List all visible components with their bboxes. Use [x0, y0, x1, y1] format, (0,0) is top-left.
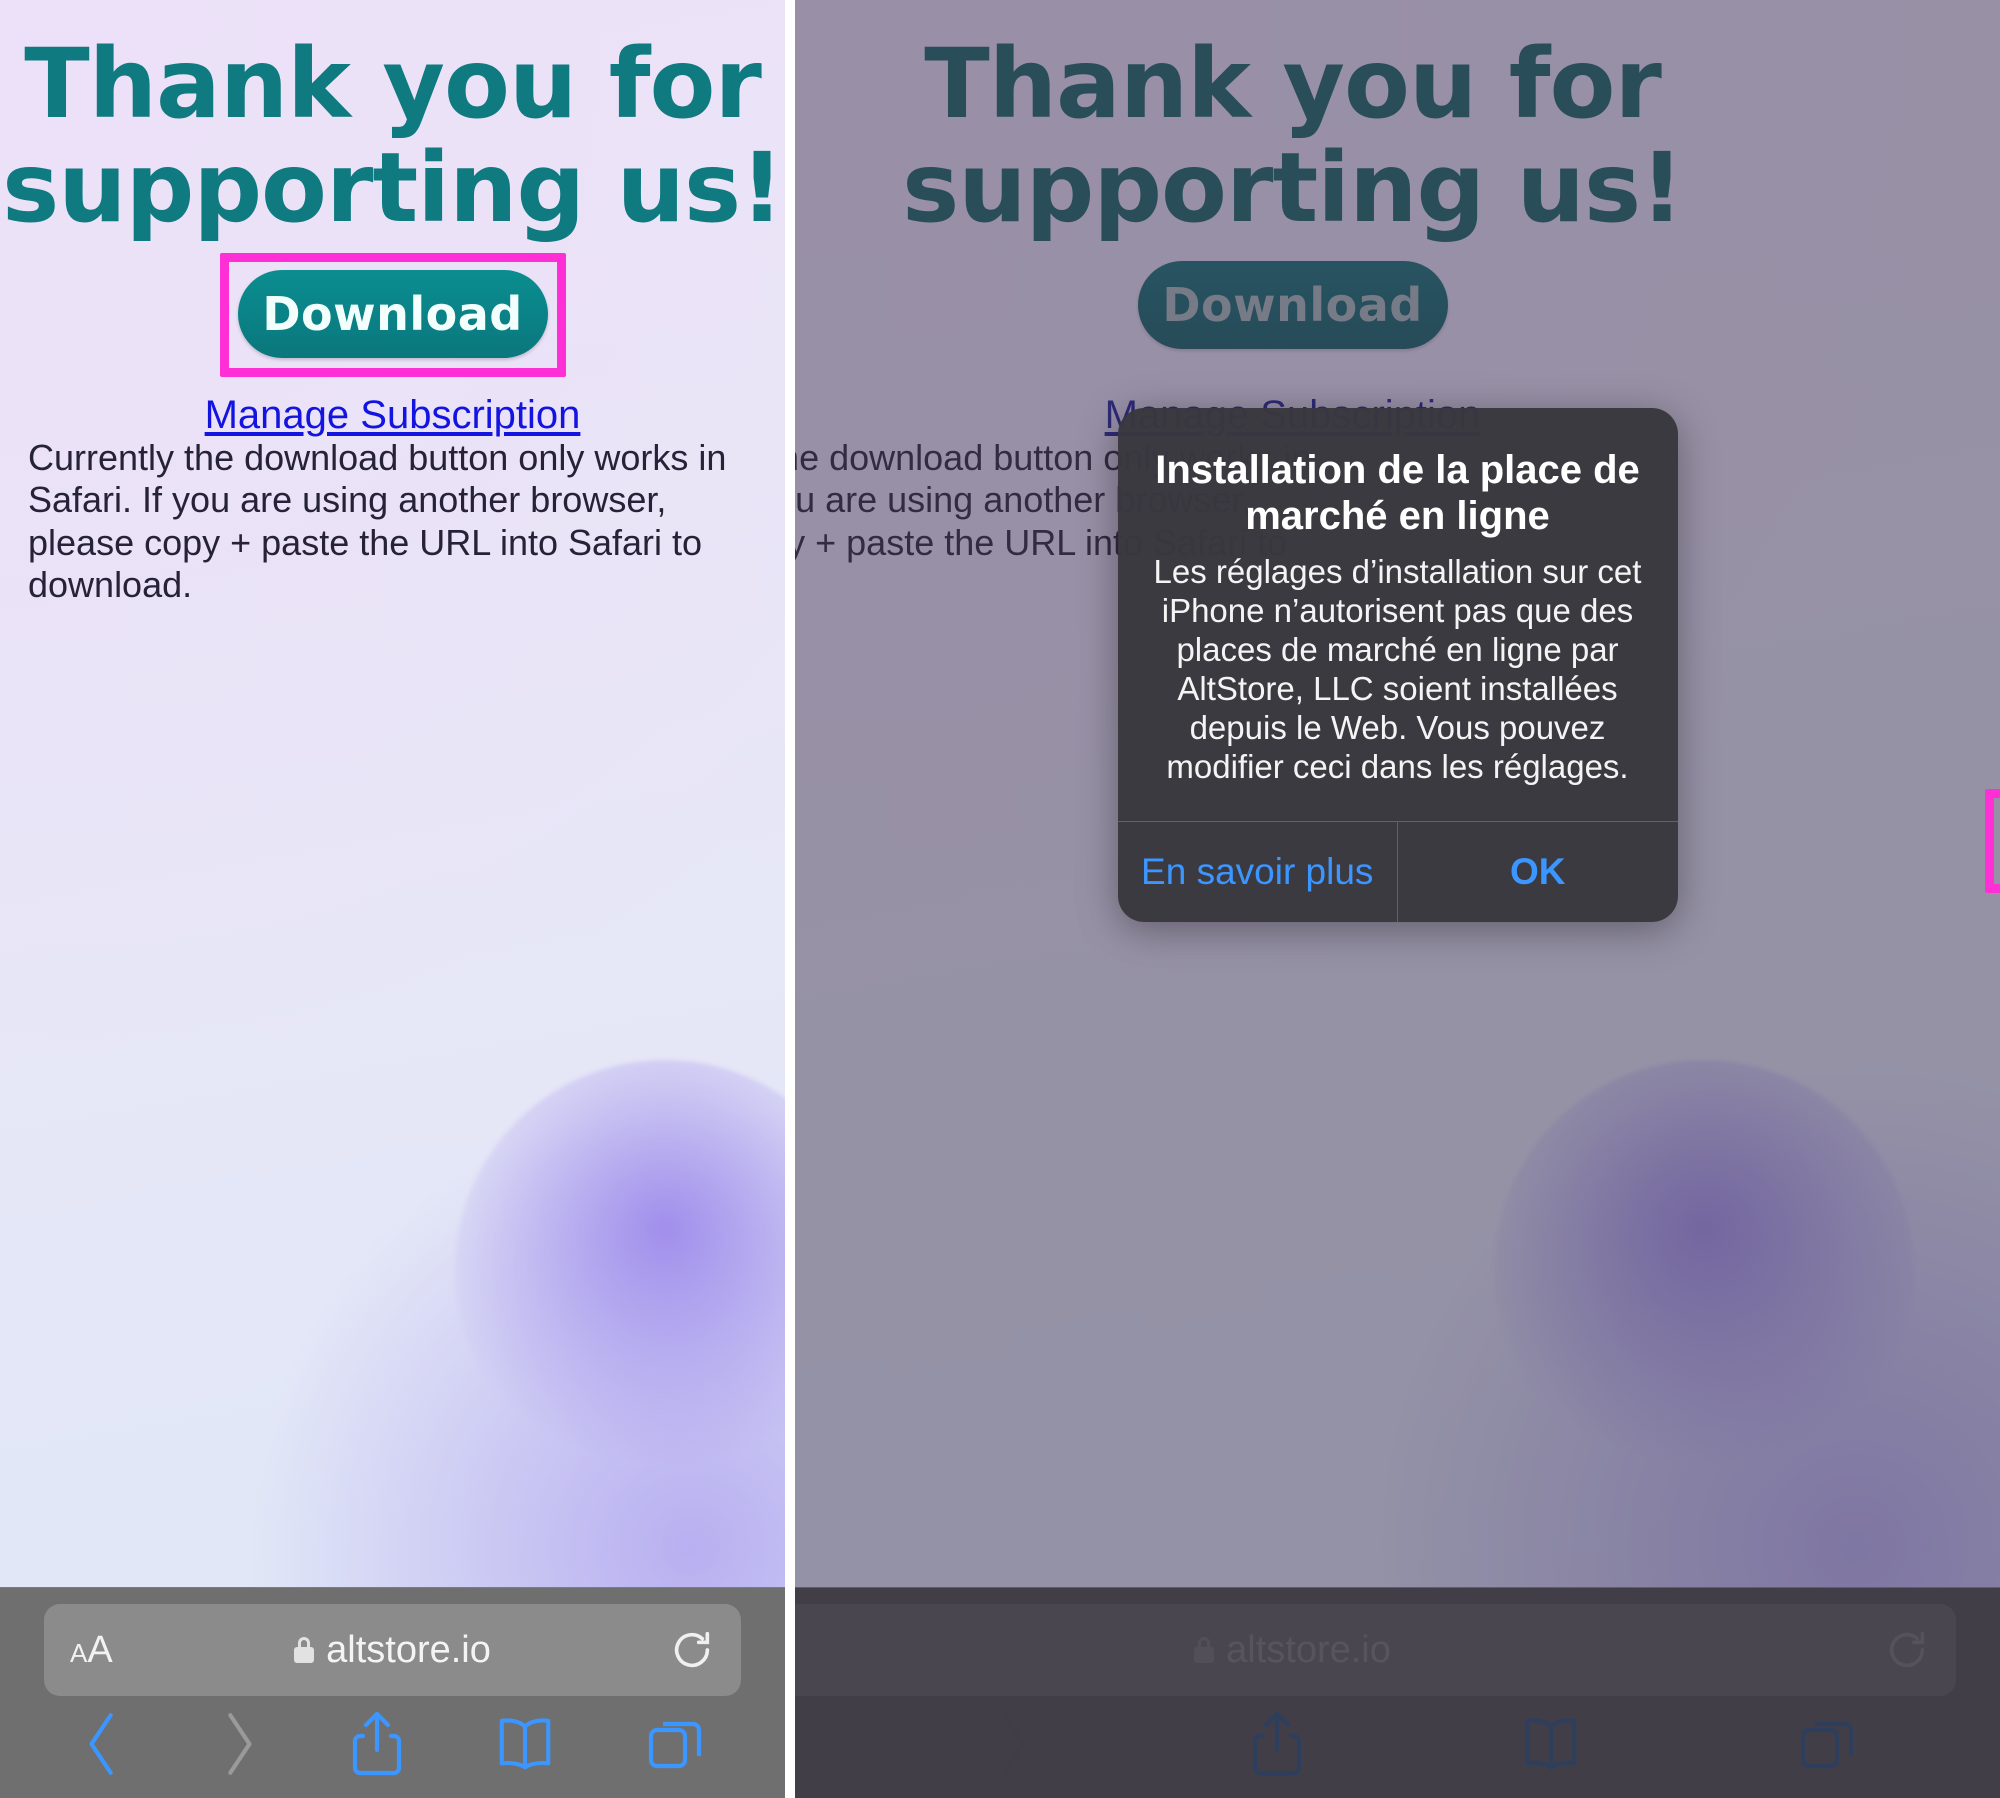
download-button[interactable]: Download	[237, 270, 548, 358]
address-bar-row: AA altstore.io	[0, 1604, 785, 1696]
learn-more-button[interactable]: En savoir plus	[1118, 822, 1398, 922]
manage-subscription-link[interactable]: Manage Subscription	[205, 393, 581, 437]
safari-toolbar	[0, 1696, 785, 1792]
address-bar-center: altstore.io	[44, 1629, 741, 1672]
aa-large-letter: A	[87, 1629, 113, 1671]
safari-bottom-chrome-right: AA altstore.io	[795, 1587, 2000, 1798]
download-highlight-box: Download	[219, 253, 566, 377]
address-bar-center-right: altstore.io	[795, 1629, 1956, 1672]
share-icon-right[interactable]	[1249, 1708, 1305, 1780]
text-size-aa-button[interactable]: AA	[70, 1631, 113, 1669]
download-button-right[interactable]: Download	[1137, 261, 1448, 349]
safari-notice-paragraph: Currently the download button only works…	[28, 437, 727, 606]
reload-icon-right[interactable]	[1884, 1627, 1930, 1673]
lock-icon	[294, 1637, 315, 1663]
headline-line-1-right: Thank you for	[924, 28, 1662, 140]
ok-button[interactable]: OK	[1398, 822, 1678, 922]
tabs-icon[interactable]	[645, 1714, 705, 1774]
share-icon[interactable]	[349, 1708, 405, 1780]
safari-toolbar-right	[795, 1696, 2000, 1792]
reload-icon[interactable]	[669, 1627, 715, 1673]
alert-message: Les réglages d’installation sur cet iPho…	[1153, 553, 1642, 785]
install-marketplace-alert: Installation de la place de marché en li…	[1117, 408, 1678, 922]
panel-divider	[785, 0, 795, 1798]
alert-actions: En savoir plus OK	[1117, 820, 1678, 922]
manage-subscription-area: Manage Subscription	[0, 393, 785, 438]
chevron-right-icon	[228, 1713, 252, 1775]
chevron-left-icon[interactable]	[80, 1707, 126, 1781]
book-icon-right[interactable]	[1520, 1714, 1582, 1774]
aa-small-letter: A	[70, 1638, 88, 1668]
right-phone-screen: Thank you for supporting us! Download Ma…	[795, 0, 2000, 1798]
alert-title: Installation de la place de marché en li…	[1155, 448, 1640, 538]
book-icon[interactable]	[494, 1714, 556, 1774]
address-bar-url: altstore.io	[326, 1628, 491, 1671]
headline-line-1: Thank you for	[24, 28, 762, 140]
headline-line-2: supporting us!	[2, 132, 784, 244]
lock-icon-right	[1194, 1637, 1215, 1663]
alert-body: Installation de la place de marché en li…	[1118, 408, 1678, 821]
chevron-right-icon-right	[1002, 1713, 1026, 1775]
left-phone-screen: Thank you for supporting us! Download Ma…	[0, 0, 785, 1798]
page-title-right: Thank you for supporting us!	[795, 36, 2000, 236]
download-button-area-right: Download	[795, 253, 2000, 359]
download-button-area: Download	[0, 253, 785, 377]
address-bar-url-right: altstore.io	[1226, 1628, 1391, 1671]
tabs-icon-right[interactable]	[1797, 1714, 1857, 1774]
screenshot-stage: Thank you for supporting us! Download Ma…	[0, 0, 2000, 1798]
headline-line-2-right: supporting us!	[902, 132, 1684, 244]
address-bar-right[interactable]: AA altstore.io	[795, 1604, 1956, 1696]
safari-bottom-chrome: AA altstore.io	[0, 1587, 785, 1798]
page-title: Thank you for supporting us!	[0, 36, 785, 236]
address-bar-row-right: AA altstore.io	[795, 1604, 2000, 1696]
left-page-content: Thank you for supporting us! Download Ma…	[0, 0, 785, 1798]
address-bar[interactable]: AA altstore.io	[44, 1604, 741, 1696]
